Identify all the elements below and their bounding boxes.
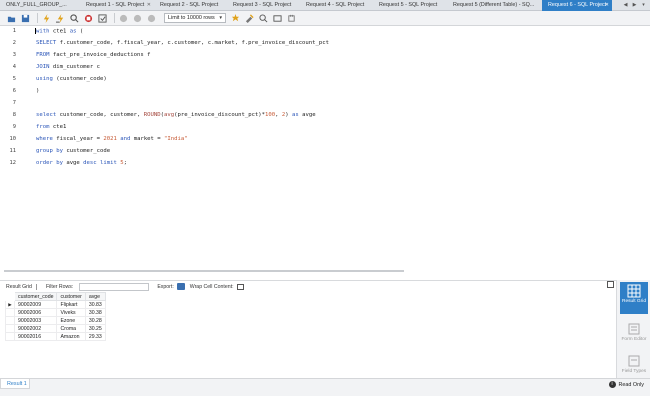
result-side-panel: Result Grid Form Editor Field Types: [616, 280, 650, 378]
execute-current-icon[interactable]: [55, 13, 66, 24]
commit-icon[interactable]: [118, 13, 129, 24]
field-types-view-button[interactable]: Field Types: [620, 352, 648, 376]
code-line[interactable]: using (customer_code): [36, 76, 107, 82]
editor-horizontal-scroll: [0, 268, 650, 280]
filter-rows-input[interactable]: [79, 282, 150, 291]
tab-list-icon[interactable]: ▾: [640, 2, 647, 9]
limit-rows-select[interactable]: Limit to 10000 rows ▼: [164, 13, 226, 23]
field-types-icon: [628, 355, 640, 367]
info-icon: i: [608, 381, 616, 389]
code-line[interactable]: from cte1: [36, 124, 66, 130]
chevron-down-icon: ▼: [218, 15, 223, 20]
code-line[interactable]: select customer_code, customer, ROUND(av…: [36, 112, 316, 118]
line-number-gutter: 1 2 3 4 5 6 7 8 9 10 11 12: [0, 26, 24, 270]
result-tab[interactable]: Result 1: [0, 379, 30, 389]
code-line[interactable]: ): [36, 88, 39, 94]
table-row[interactable]: 90002016 Amazon 29.33: [5, 332, 106, 341]
code-line[interactable]: order by avge desc limit 5;: [36, 160, 127, 166]
settings-icon[interactable]: [286, 13, 297, 24]
tab-only-full-group[interactable]: ONLY_FULL_GROUP_...: [0, 0, 80, 11]
execute-lightning-icon[interactable]: [41, 13, 52, 24]
table-row[interactable]: 90002006 Viveks 30.38: [5, 308, 106, 317]
result-grid: customer_code customer avge ▶ 90002009 F…: [5, 292, 106, 341]
result-grid-label[interactable]: Result Grid: [6, 284, 32, 290]
tab-navigation: ◀ ▶ ▾: [622, 0, 650, 11]
result-toolbar: Result Grid Filter Rows: Export: Wrap Ce…: [0, 280, 616, 292]
toggle-continue-icon[interactable]: [97, 13, 108, 24]
result-grid-view-button[interactable]: Result Grid: [620, 282, 648, 314]
table-row[interactable]: 90002002 Croma 30.25: [5, 324, 106, 333]
invisible-characters-icon[interactable]: [258, 13, 269, 24]
query-tab-bar: ONLY_FULL_GROUP_... Request 1 - SQL Proj…: [0, 0, 650, 11]
column-header[interactable]: customer_code: [13, 292, 58, 301]
stop-icon[interactable]: [83, 13, 94, 24]
table-row[interactable]: 90002003 Ezone 30.28: [5, 316, 106, 325]
sql-editor-toolbar: Limit to 10000 rows ▼: [0, 11, 650, 26]
code-line[interactable]: SELECT f.customer_code, f.fiscal_year, c…: [36, 40, 329, 46]
chevron-right-icon[interactable]: ▶: [631, 2, 638, 9]
autocommit-icon[interactable]: [146, 13, 157, 24]
column-header[interactable]: customer: [56, 292, 86, 301]
panel-toggle-icon[interactable]: [607, 281, 614, 288]
export-label: Export:: [157, 283, 174, 290]
code-line[interactable]: group by customer_code: [36, 148, 110, 154]
tab-request-4[interactable]: Request 4 - SQL Project: [300, 0, 373, 11]
sql-editor[interactable]: 1 2 3 4 5 6 7 8 9 10 11 12 with cte1 as …: [0, 26, 650, 270]
grid-icon: [35, 283, 40, 290]
read-only-status: i Read Only: [608, 380, 644, 390]
code-line[interactable]: FROM fact_pre_invoice_deductions f: [36, 52, 151, 58]
explain-magnifier-icon[interactable]: [69, 13, 80, 24]
export-icon[interactable]: [176, 283, 185, 290]
close-icon[interactable]: ✕: [147, 0, 151, 11]
result-grid-icon: [627, 284, 641, 298]
tab-request-2[interactable]: Request 2 - SQL Project: [154, 0, 227, 11]
rollback-icon[interactable]: [132, 13, 143, 24]
beautify-icon[interactable]: [230, 13, 241, 24]
filter-rows-label: Filter Rows:: [45, 283, 74, 290]
table-row[interactable]: ▶ 90002009 Flipkart 30.83: [5, 300, 106, 309]
status-bar: Result 1 i Read Only: [0, 378, 650, 396]
save-icon[interactable]: [20, 13, 31, 24]
wrap-lines-icon[interactable]: [272, 13, 283, 24]
tab-request-5[interactable]: Request 5 - SQL Project: [373, 0, 447, 11]
code-line[interactable]: JOIN dim_customer c: [36, 64, 100, 70]
column-header[interactable]: avge: [84, 292, 106, 301]
code-line[interactable]: with cte1 as (: [35, 28, 83, 35]
row-selector-icon: ▶: [5, 300, 15, 309]
tab-request-6[interactable]: Request 6 - SQL Project ✕: [542, 0, 612, 11]
chevron-left-icon[interactable]: ◀: [622, 2, 629, 9]
form-editor-view-button[interactable]: Form Editor: [620, 320, 648, 348]
wrap-cell-icon[interactable]: [236, 283, 244, 290]
tab-request-1[interactable]: Request 1 - SQL Project ✕: [80, 0, 154, 11]
wrap-cell-label: Wrap Cell Content:: [189, 283, 234, 290]
close-icon[interactable]: ✕: [605, 0, 609, 11]
scrollbar-thumb[interactable]: [4, 270, 404, 272]
code-line[interactable]: where fiscal_year = 2021 and market = "I…: [36, 136, 188, 142]
open-file-icon[interactable]: [6, 13, 17, 24]
form-editor-icon: [628, 323, 640, 335]
tab-request-5-different-table[interactable]: Request 5 (Different Table) - SQ...: [447, 0, 542, 11]
tab-request-3[interactable]: Request 3 - SQL Project: [227, 0, 300, 11]
find-replace-icon[interactable]: [244, 13, 255, 24]
